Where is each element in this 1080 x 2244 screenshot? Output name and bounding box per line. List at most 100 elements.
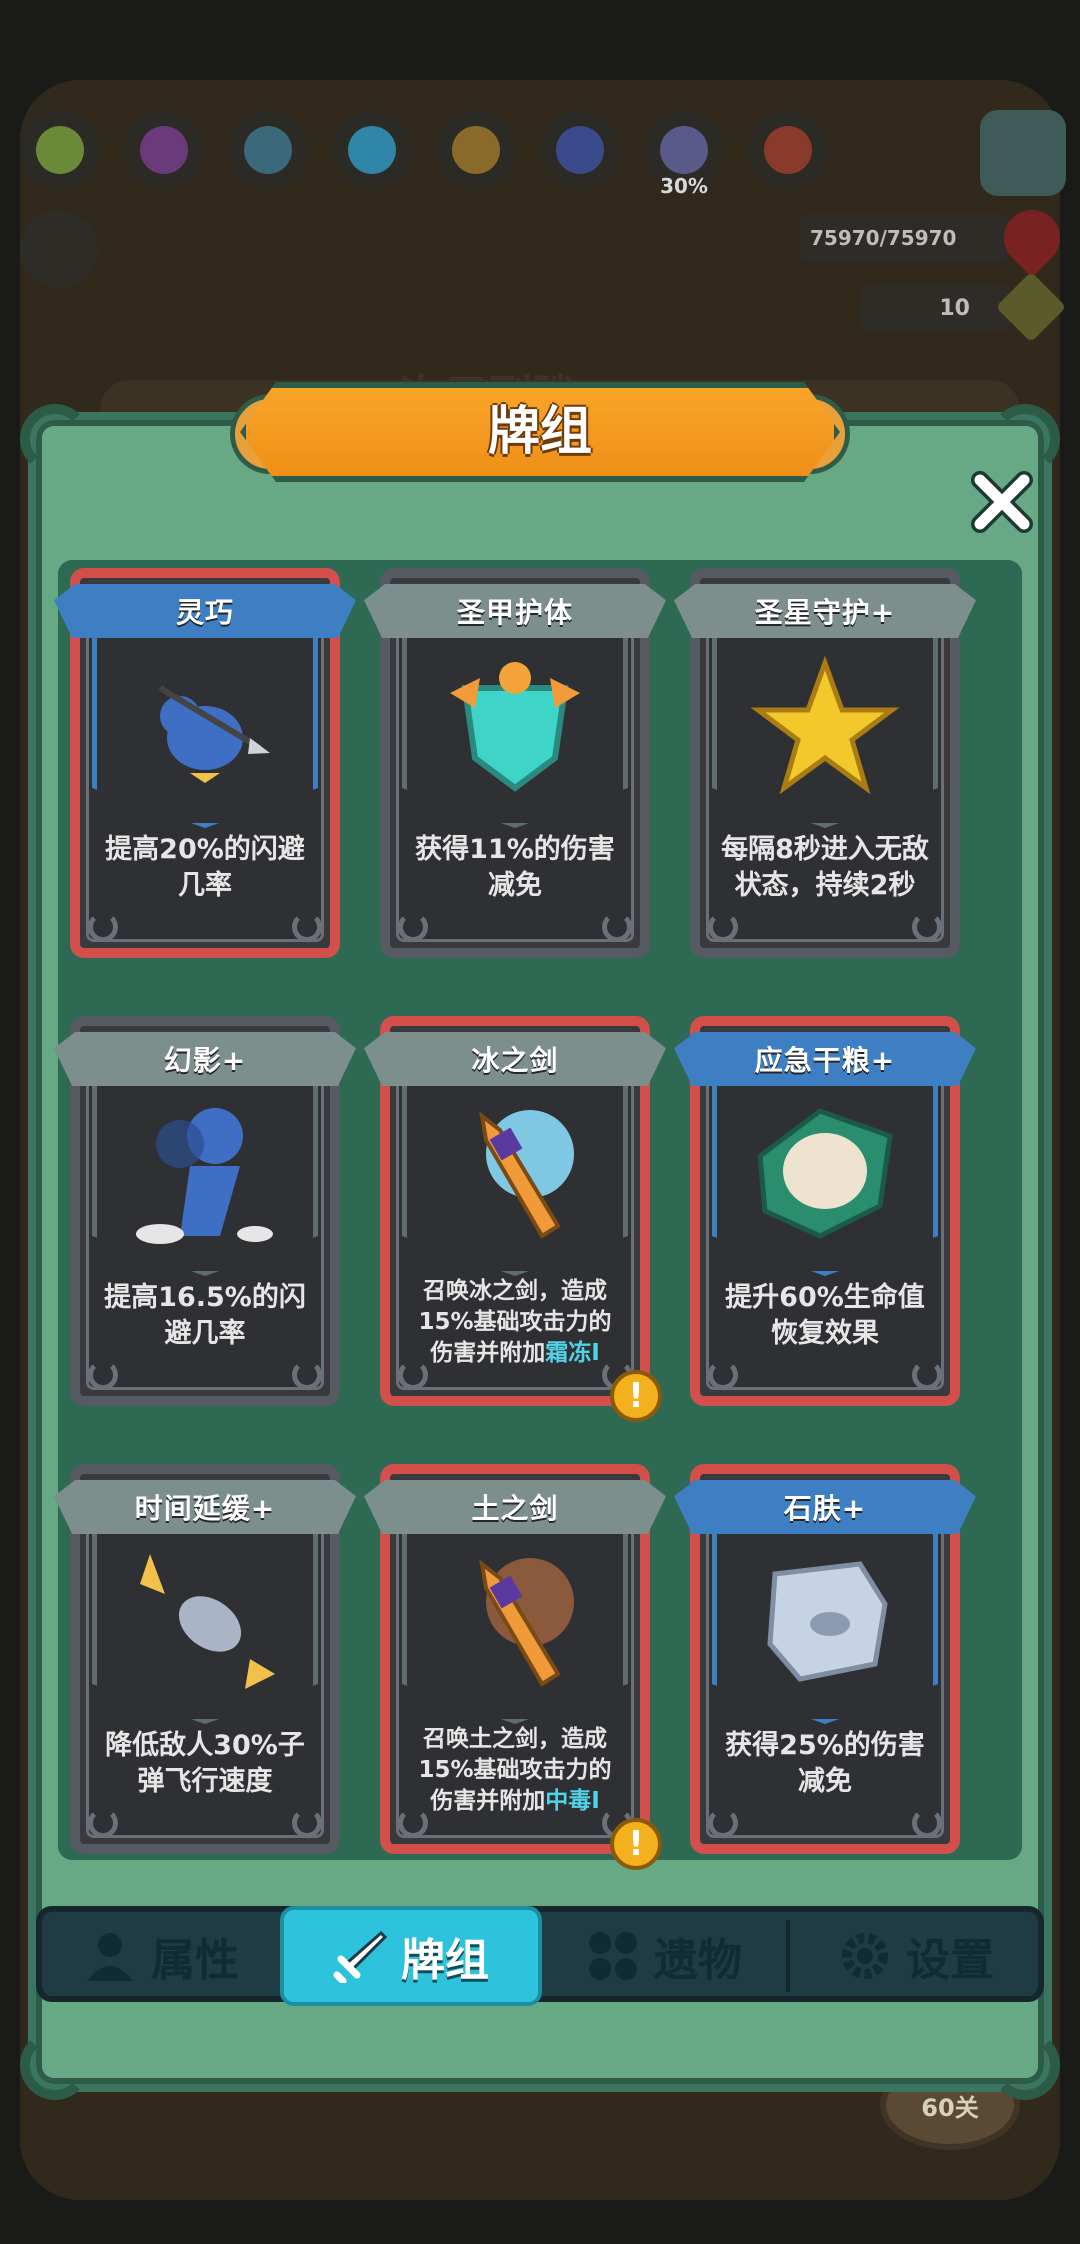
card-swirl-ornament (88, 912, 118, 942)
card-description: 提高20%的闪避几率 (98, 832, 312, 904)
relic-slot[interactable] (332, 110, 412, 190)
card-description: 获得11%的伤害减免 (408, 832, 622, 904)
status-effect-text: 霜冻I (545, 1340, 600, 1366)
card-description-text: 每隔8秒进入无敌状态，持续2秒 (721, 834, 929, 901)
relic-slot[interactable] (124, 110, 204, 190)
card-swirl-ornament (602, 912, 632, 942)
card-swirl-ornament (88, 1808, 118, 1838)
boots-icon (140, 126, 188, 174)
card-description-text: 提高20%的闪避几率 (105, 834, 305, 901)
exclamation-icon[interactable]: ! (610, 1370, 662, 1422)
relic-slot[interactable] (228, 110, 308, 190)
card-ribbon: 圣星守护+ (674, 584, 976, 638)
card-name: 土之剑 (471, 1492, 559, 1525)
menu-corner-icon[interactable] (980, 110, 1066, 196)
relic-slot[interactable]: 30% (644, 110, 724, 198)
tab-relics[interactable]: 遗物 (542, 1916, 786, 1996)
corner-curl (990, 2030, 1060, 2100)
card-ribbon: 石肤+ (674, 1480, 976, 1534)
card-swirl-ornament (292, 1808, 322, 1838)
deck-card[interactable]: 时间延缓+ 降低敌人30%子弹飞行速度 (54, 1464, 356, 1854)
stone-skin-icon (740, 1544, 910, 1694)
relic-slot[interactable] (748, 110, 828, 190)
card-swirl-ornament (912, 1808, 942, 1838)
card-ribbon: 冰之剑 (364, 1032, 666, 1086)
dodge-figure-icon (120, 648, 290, 798)
star-icon (740, 648, 910, 798)
card-description: 召唤土之剑，造成15%基础攻击力的伤害并附加中毒I (408, 1724, 622, 1817)
card-ribbon: 应急干粮+ (674, 1032, 976, 1086)
card-swirl-ornament (292, 912, 322, 942)
card-swirl-ornament (708, 912, 738, 942)
relic-bar: 30% (20, 110, 840, 198)
exclamation-icon[interactable]: ! (610, 1818, 662, 1870)
deck-card[interactable]: 圣星守护+ 每隔8秒进入无敌状态，持续2秒 (674, 568, 976, 958)
gear-icon (838, 1929, 892, 1983)
card-swirl-ornament (88, 1360, 118, 1390)
coin-icon (452, 126, 500, 174)
crystal-icon (660, 126, 708, 174)
relic-slot[interactable] (20, 110, 100, 190)
tab-settings[interactable]: 设置 (794, 1916, 1038, 1996)
hp-counter: 75970/75970 (800, 214, 1010, 262)
deck-card[interactable]: 应急干粮+ 提升60%生命值恢复效果 (674, 1016, 976, 1406)
phantom-figure-icon (120, 1096, 290, 1246)
deck-card[interactable]: 圣甲护体获得11%的伤害减免 (364, 568, 666, 958)
card-name: 圣甲护体 (456, 596, 573, 629)
card-swirl-ornament (708, 1360, 738, 1390)
card-swirl-ornament (292, 1360, 322, 1390)
card-name: 应急干粮+ (754, 1044, 896, 1077)
card-swirl-ornament (708, 1808, 738, 1838)
status-effect-text: 中毒I (545, 1788, 600, 1814)
card-name: 幻影+ (163, 1044, 247, 1077)
card-swirl-ornament (398, 1808, 428, 1838)
deck-card[interactable]: 幻影+ 提高16.5%的闪避几率 (54, 1016, 356, 1406)
tab-label: 设置 (906, 1935, 994, 1986)
chest-icon[interactable] (20, 210, 98, 288)
card-description: 降低敌人30%子弹飞行速度 (98, 1728, 312, 1800)
bottom-tab-bar: 属性 牌组 遗物 设置 (36, 1906, 1044, 2006)
card-swirl-ornament (398, 1360, 428, 1390)
tab-label: 遗物 (654, 1935, 742, 1986)
card-swirl-ornament (398, 912, 428, 942)
relic-slot[interactable] (540, 110, 620, 190)
dagger-icon (244, 126, 292, 174)
tab-label: 牌组 (401, 1935, 489, 1986)
tab-divider (786, 1920, 790, 1992)
deck-card[interactable]: 土之剑召唤土之剑，造成15%基础攻击力的伤害并附加中毒I! (364, 1464, 666, 1870)
card-ribbon: 土之剑 (364, 1480, 666, 1534)
deck-card[interactable]: 冰之剑召唤冰之剑，造成15%基础攻击力的伤害并附加霜冻I! (364, 1016, 666, 1422)
tab-label: 属性 (151, 1935, 239, 1986)
card-ribbon: 灵巧 (54, 584, 356, 638)
gem-counter: 10 (860, 284, 1010, 332)
card-description: 提高16.5%的闪避几率 (98, 1280, 312, 1352)
deck-card[interactable]: 灵巧提高20%的闪避几率 (54, 568, 356, 958)
bullet-icon (120, 1544, 290, 1694)
card-description-text: 降低敌人30%子弹飞行速度 (105, 1730, 305, 1797)
card-description: 召唤冰之剑，造成15%基础攻击力的伤害并附加霜冻I (408, 1276, 622, 1369)
close-icon (971, 471, 1033, 533)
ghost-icon (348, 126, 396, 174)
close-button[interactable] (962, 462, 1042, 542)
deck-card[interactable]: 石肤+ 获得25%的伤害减免 (674, 1464, 976, 1854)
tab-attributes[interactable]: 属性 (46, 1916, 276, 1996)
earth-sword-icon (430, 1544, 600, 1694)
sword-icon (333, 1929, 387, 1983)
card-name: 灵巧 (175, 596, 234, 629)
card-name: 石肤+ (783, 1492, 867, 1525)
tab-deck[interactable]: 牌组 (280, 1906, 542, 2006)
card-description-text: 获得11%的伤害减免 (415, 834, 615, 901)
relic-grid-icon (586, 1929, 640, 1983)
card-swirl-ornament (912, 912, 942, 942)
card-swirl-ornament (912, 1360, 942, 1390)
corner-curl (20, 2030, 90, 2100)
card-description-text: 提高16.5%的闪避几率 (104, 1282, 306, 1349)
relic-label: 30% (660, 174, 708, 198)
card-description: 每隔8秒进入无敌状态，持续2秒 (718, 832, 932, 904)
corner-curl (20, 404, 90, 474)
card-name: 冰之剑 (471, 1044, 559, 1077)
holy-armor-icon (430, 648, 600, 798)
card-description-text: 获得25%的伤害减免 (725, 1730, 925, 1797)
relic-slot[interactable] (436, 110, 516, 190)
card-description: 提升60%生命值恢复效果 (718, 1280, 932, 1352)
